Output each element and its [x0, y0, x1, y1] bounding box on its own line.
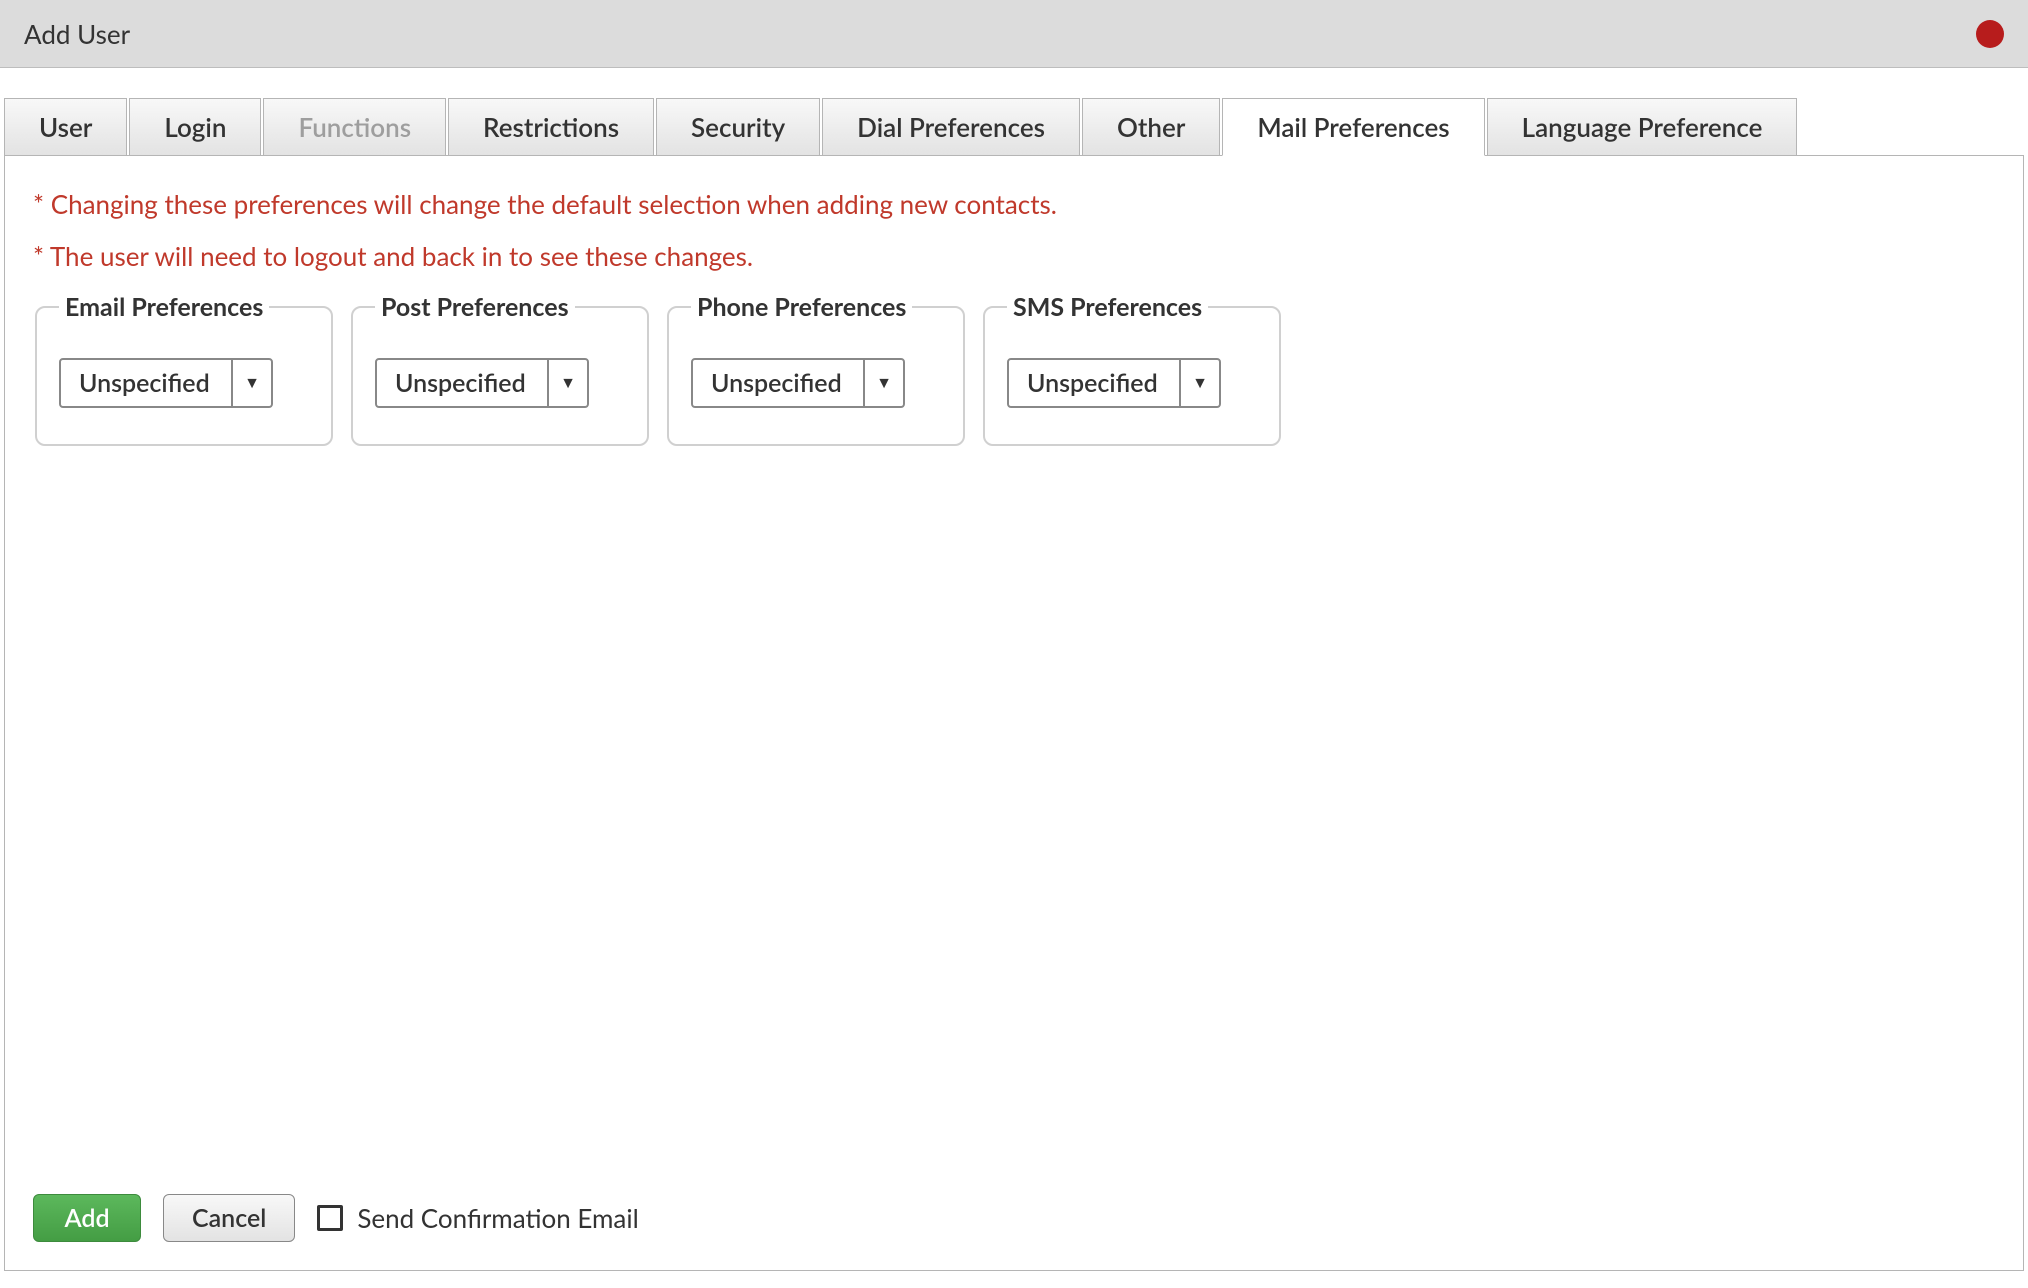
- page: User Login Functions Restrictions Securi…: [0, 96, 2028, 1271]
- tab-other[interactable]: Other: [1082, 98, 1220, 156]
- fieldset-sms-preferences: SMS Preferences Unspecified ▼: [983, 292, 1281, 446]
- email-preferences-select[interactable]: Unspecified ▼: [59, 358, 273, 408]
- tab-restrictions[interactable]: Restrictions: [448, 98, 654, 156]
- send-confirmation-email-checkbox[interactable]: Send Confirmation Email: [317, 1202, 638, 1234]
- email-preferences-value: Unspecified: [61, 360, 231, 406]
- tab-user[interactable]: User: [4, 98, 127, 156]
- fieldset-email-preferences: Email Preferences Unspecified ▼: [35, 292, 333, 446]
- notice-relogin: * The user will need to logout and back …: [33, 240, 1995, 272]
- legend-post-preferences: Post Preferences: [375, 292, 575, 322]
- tab-panel-mail-preferences: * Changing these preferences will change…: [4, 155, 2024, 1271]
- tabs: User Login Functions Restrictions Securi…: [4, 96, 2024, 156]
- tab-functions: Functions: [263, 98, 446, 156]
- window-title: Add User: [24, 18, 130, 50]
- tab-dial-preferences[interactable]: Dial Preferences: [822, 98, 1080, 156]
- phone-preferences-value: Unspecified: [693, 360, 863, 406]
- checkbox-icon: [317, 1205, 343, 1231]
- add-button[interactable]: Add: [33, 1194, 141, 1242]
- preferences-row: Email Preferences Unspecified ▼ Post Pre…: [33, 292, 1995, 446]
- sms-preferences-value: Unspecified: [1009, 360, 1179, 406]
- chevron-down-icon: ▼: [863, 360, 903, 406]
- legend-email-preferences: Email Preferences: [59, 292, 269, 322]
- post-preferences-select[interactable]: Unspecified ▼: [375, 358, 589, 408]
- tab-security[interactable]: Security: [656, 98, 820, 156]
- chevron-down-icon: ▼: [231, 360, 271, 406]
- fieldset-post-preferences: Post Preferences Unspecified ▼: [351, 292, 649, 446]
- titlebar: Add User: [0, 0, 2028, 68]
- cancel-button[interactable]: Cancel: [163, 1194, 295, 1242]
- post-preferences-value: Unspecified: [377, 360, 547, 406]
- chevron-down-icon: ▼: [547, 360, 587, 406]
- legend-phone-preferences: Phone Preferences: [691, 292, 912, 322]
- tab-login[interactable]: Login: [129, 98, 261, 156]
- notice-change-default: * Changing these preferences will change…: [33, 188, 1995, 220]
- send-confirmation-email-label: Send Confirmation Email: [357, 1202, 638, 1234]
- tab-language-preference[interactable]: Language Preference: [1487, 98, 1798, 156]
- close-icon[interactable]: [1976, 20, 2004, 48]
- chevron-down-icon: ▼: [1179, 360, 1219, 406]
- dialog-footer: Add Cancel Send Confirmation Email: [33, 1194, 639, 1242]
- sms-preferences-select[interactable]: Unspecified ▼: [1007, 358, 1221, 408]
- fieldset-phone-preferences: Phone Preferences Unspecified ▼: [667, 292, 965, 446]
- legend-sms-preferences: SMS Preferences: [1007, 292, 1208, 322]
- tab-mail-preferences[interactable]: Mail Preferences: [1222, 98, 1484, 156]
- phone-preferences-select[interactable]: Unspecified ▼: [691, 358, 905, 408]
